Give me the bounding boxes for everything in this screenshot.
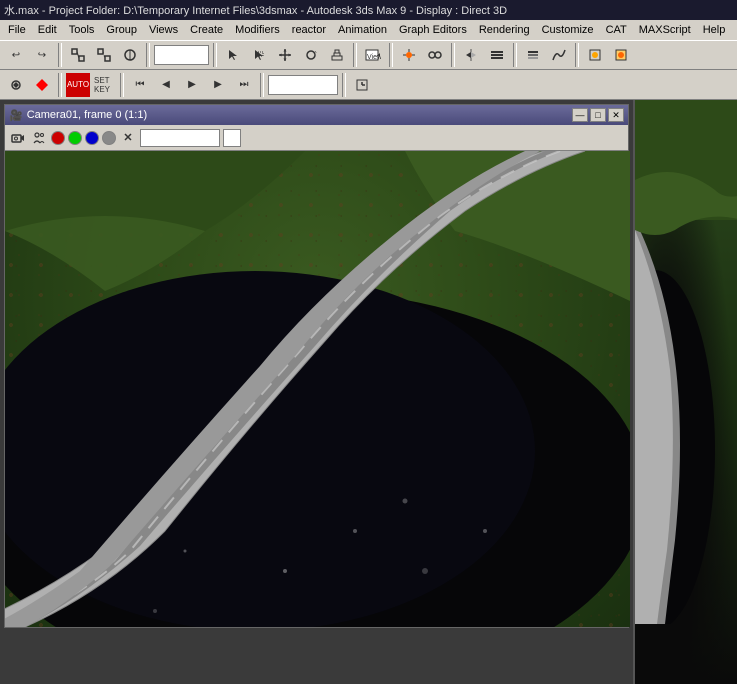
vp-green-circle[interactable] (68, 131, 82, 145)
set-key-button[interactable] (30, 73, 54, 97)
tb-separator-5 (389, 43, 393, 67)
select-scale-button[interactable] (325, 43, 349, 67)
go-to-end-button[interactable]: ⏭ (232, 73, 256, 97)
prev-frame-button[interactable]: ◀ (154, 73, 178, 97)
menu-rendering[interactable]: Rendering (473, 22, 536, 38)
title-bar: 水.max - Project Folder: D:\Temporary Int… (0, 0, 737, 20)
viewport-minimize-btn[interactable]: — (572, 108, 588, 122)
toolbar1: ↩ ↪ All ▾ View (0, 40, 737, 70)
vp-figures-icon (30, 129, 48, 147)
viewport-window: 🎥 Camera01, frame 0 (1:1) — □ ✕ (4, 104, 629, 628)
right-panel (633, 100, 737, 684)
tb2-sep-2 (120, 73, 124, 97)
title-text: 水.max - Project Folder: D:\Temporary Int… (4, 2, 507, 18)
next-frame-button[interactable]: ▶ (206, 73, 230, 97)
menu-reactor[interactable]: reactor (286, 22, 332, 38)
menu-animation[interactable]: Animation (332, 22, 393, 38)
curve-editor-button[interactable] (547, 43, 571, 67)
layer-manager-button[interactable] (521, 43, 545, 67)
menu-bar: File Edit Tools Group Views Create Modif… (0, 20, 737, 40)
menu-cat[interactable]: CAT (600, 22, 633, 38)
auto-key-button[interactable]: AUTO (66, 73, 90, 97)
vp-dropdown-arrow: ▾ (210, 131, 216, 144)
viewport-title-buttons: — □ ✕ (572, 108, 624, 122)
select-object-button[interactable] (221, 43, 245, 67)
tb-separator-8 (575, 43, 579, 67)
select-move-button[interactable] (273, 43, 297, 67)
viewport-panel: 🎥 Camera01, frame 0 (1:1) — □ ✕ (0, 100, 633, 684)
tb-separator-2 (146, 43, 150, 67)
menu-create[interactable]: Create (184, 22, 229, 38)
vp-x-btn[interactable]: ✕ (119, 129, 137, 147)
tb-separator-3 (213, 43, 217, 67)
menu-modifiers[interactable]: Modifiers (229, 22, 286, 38)
select-and-link-button[interactable] (423, 43, 447, 67)
vp-red-circle[interactable] (51, 131, 65, 145)
menu-group[interactable]: Group (100, 22, 143, 38)
menu-graph-editors[interactable]: Graph Editors (393, 22, 473, 38)
tb2-sep-4 (342, 73, 346, 97)
bind-to-space-warp[interactable] (118, 43, 142, 67)
view-label: View (272, 79, 296, 91)
tb2-sep-3 (260, 73, 264, 97)
vp-color-mode-dropdown[interactable]: RGB Alpha ▾ (140, 129, 220, 147)
menu-views[interactable]: Views (143, 22, 184, 38)
vp-gray-circle[interactable] (102, 131, 116, 145)
select-rotate-button[interactable] (299, 43, 323, 67)
tb-separator-1 (58, 43, 62, 67)
tb-separator-6 (451, 43, 455, 67)
menu-edit[interactable]: Edit (32, 22, 63, 38)
right-panel-content (635, 100, 737, 684)
unlink-button[interactable] (92, 43, 116, 67)
align-button[interactable] (485, 43, 509, 67)
viewport-close-btn[interactable]: ✕ (608, 108, 624, 122)
menu-customize[interactable]: Customize (536, 22, 600, 38)
go-to-start-button[interactable]: ⏮ (128, 73, 152, 97)
tb-separator-7 (513, 43, 517, 67)
tb2-sep-1 (58, 73, 62, 97)
redo-button[interactable]: ↪ (30, 43, 54, 67)
right-panel-svg (635, 100, 737, 624)
time-config-button[interactable] (350, 73, 374, 97)
undo-button[interactable]: ↩ (4, 43, 28, 67)
select-link-button[interactable] (66, 43, 90, 67)
viewport-icon: 🎥 (9, 109, 23, 122)
render-button[interactable] (609, 43, 633, 67)
vp-color-mode-label: RGB Alpha (144, 132, 198, 144)
viewport-toolbar: ✕ RGB Alpha ▾ (5, 125, 628, 151)
vp-camera-icon (9, 129, 27, 147)
play-animation-button[interactable]: ▶ (180, 73, 204, 97)
road-scene-svg (5, 151, 630, 627)
menu-tools[interactable]: Tools (63, 22, 101, 38)
keyframe-mode-button[interactable] (4, 73, 28, 97)
pivot-center-button[interactable] (397, 43, 421, 67)
filter-label: All (158, 49, 170, 61)
select-region-button[interactable] (247, 43, 271, 67)
menu-file[interactable]: File (2, 22, 32, 38)
menu-help[interactable]: Help (697, 22, 732, 38)
toolbar2: AUTO SET KEY ⏮ ◀ ▶ ▶ ⏭ View ▾ (0, 70, 737, 100)
tb-separator-4 (353, 43, 357, 67)
reference-coord-dropdown[interactable]: View (361, 43, 385, 67)
set-key-mode-button[interactable]: SET KEY (92, 73, 116, 97)
viewport-canvas[interactable] (5, 151, 630, 627)
viewport-titlebar: 🎥 Camera01, frame 0 (1:1) — □ ✕ (5, 105, 628, 125)
selection-filter-dropdown[interactable]: All ▾ (154, 45, 209, 65)
render-setup-button[interactable] (583, 43, 607, 67)
vp-white-swatch[interactable] (223, 129, 241, 147)
menu-maxscript[interactable]: MAXScript (633, 22, 697, 38)
viewport-restore-btn[interactable]: □ (590, 108, 606, 122)
view-dropdown[interactable]: View ▾ (268, 75, 338, 95)
viewport-title: Camera01, frame 0 (1:1) (27, 109, 147, 121)
vp-blue-circle[interactable] (85, 131, 99, 145)
mirror-button[interactable] (459, 43, 483, 67)
main-area: 🎥 Camera01, frame 0 (1:1) — □ ✕ (0, 100, 737, 684)
